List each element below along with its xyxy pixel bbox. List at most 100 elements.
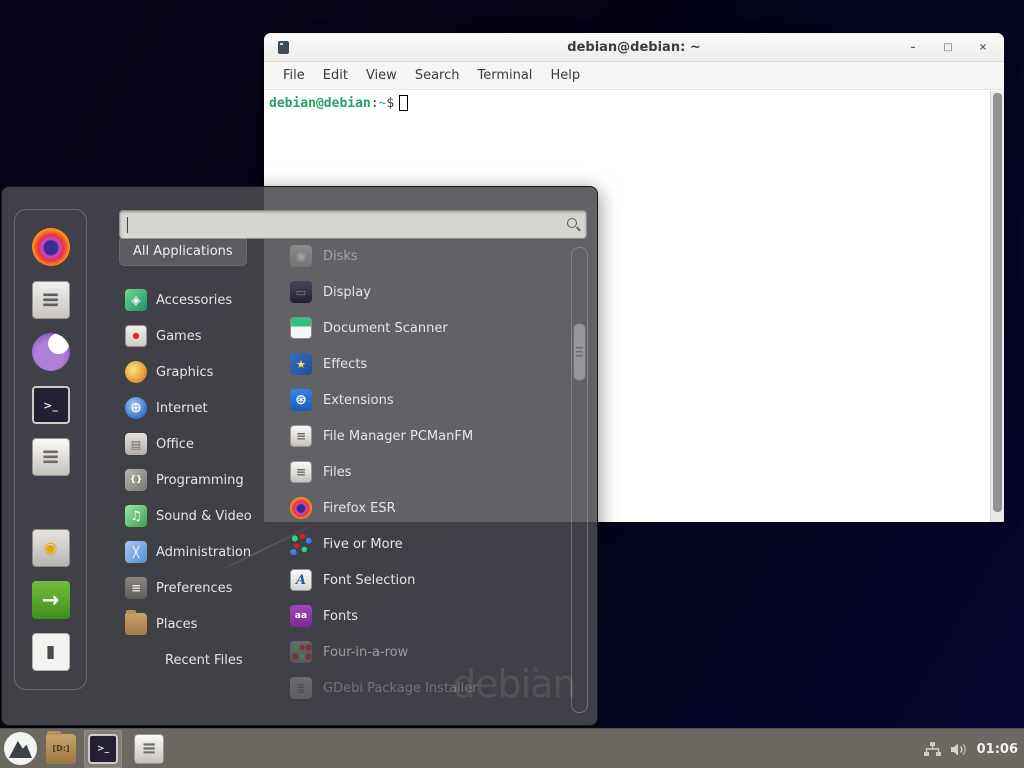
category-label: Sound & Video (156, 509, 252, 524)
administration-icon: ╳ (125, 541, 147, 563)
minimize-button[interactable]: – (906, 43, 920, 53)
search-input[interactable] (119, 210, 587, 239)
category-label: Programming (156, 473, 244, 488)
app-item-disks[interactable]: ◉Disks (283, 238, 568, 274)
terminal-icon: >_ (88, 734, 118, 764)
file-manager-icon: ≡ (290, 425, 312, 447)
file-cabinet-icon: ≡ (32, 438, 70, 476)
category-sound-video[interactable]: ♫Sound & Video (119, 498, 252, 534)
category-label: Places (156, 617, 197, 632)
log-out-icon: → (32, 581, 70, 619)
app-item-files[interactable]: ≡ Files (283, 454, 568, 490)
internet-icon: ⊕ (125, 397, 147, 419)
app-item-label: Fonts (323, 609, 358, 624)
effects-icon: ★ (290, 353, 312, 375)
window-controls: – □ × (906, 33, 990, 62)
category-programming[interactable]: {}Programming (119, 462, 252, 498)
terminal-menu-file[interactable]: File (274, 64, 314, 87)
files-launcher[interactable]: ≡ (130, 730, 168, 768)
network-icon[interactable] (924, 742, 941, 757)
favorite-terminal[interactable]: >_ (32, 386, 70, 424)
four-in-a-row-icon (290, 641, 312, 663)
favorite-shutdown[interactable]: ▮ (32, 633, 70, 671)
terminal-scrollbar[interactable] (990, 91, 1004, 522)
favorite-settings[interactable]: ≡ (32, 281, 70, 319)
system-tray: 01:06 (924, 729, 1018, 768)
close-button[interactable]: × (976, 43, 990, 53)
category-office[interactable]: ▤ Office (119, 426, 252, 462)
category-label: Recent Files (165, 653, 243, 668)
terminal-menu-view[interactable]: View (357, 64, 406, 87)
terminal-menu-terminal[interactable]: Terminal (468, 64, 541, 87)
category-preferences[interactable]: ≡Preferences (119, 570, 252, 606)
app-item-effects[interactable]: ★Effects (283, 346, 568, 382)
category-column: All Applications ◈Accessories●GamesGraph… (119, 236, 289, 266)
category-label: Games (156, 329, 201, 344)
files-icon: ≡ (290, 461, 312, 483)
terminal-menu-help[interactable]: Help (541, 64, 589, 87)
app-item-font-selection[interactable]: AFont Selection (283, 562, 568, 598)
category-all-applications[interactable]: All Applications (119, 236, 247, 266)
preferences-icon: ≡ (125, 577, 147, 599)
prompt-user: debian@debian (269, 96, 371, 111)
app-item-label: Display (323, 285, 371, 300)
app-item-fonts[interactable]: aaFonts (283, 598, 568, 634)
office-icon: ▤ (125, 433, 147, 455)
taskbar: [D:] >_ ≡ 01:06 (0, 728, 1024, 768)
category-recent-files[interactable]: Recent Files (119, 642, 252, 678)
app-item-gdebi-package-installer[interactable]: ≣ GDebi Package Installer (283, 670, 568, 706)
terminal-menu-search[interactable]: Search (406, 64, 469, 87)
text-caret (127, 217, 128, 233)
terminal-menu-edit[interactable]: Edit (314, 64, 357, 87)
shell-prompt: debian@debian:~$ (264, 91, 1004, 111)
category-graphics[interactable]: Graphics (119, 354, 252, 390)
favorite-file-cabinet[interactable]: ≡ (32, 438, 70, 476)
category-label: Accessories (156, 293, 232, 308)
app-item-label: Extensions (323, 393, 394, 408)
favorite-log-out[interactable]: → (32, 581, 70, 619)
category-internet[interactable]: ⊕Internet (119, 390, 252, 426)
terminal-window-icon (278, 41, 289, 54)
category-accessories[interactable]: ◈Accessories (119, 282, 252, 318)
prompt-dollar: $ (386, 96, 394, 111)
disks-icon: ◉ (290, 245, 312, 267)
gdebi-icon: ≣ (290, 677, 312, 699)
terminal-titlebar[interactable]: debian@debian: ~ –□× (264, 33, 1004, 62)
volume-icon[interactable] (950, 742, 968, 757)
favorite-lock-screen[interactable]: ◉ (32, 529, 70, 567)
favorite-firefox[interactable] (32, 228, 70, 270)
terminal-scrollbar-thumb[interactable] (993, 93, 1002, 512)
menu-button[interactable] (4, 732, 37, 765)
app-item-extensions[interactable]: ⊛Extensions (283, 382, 568, 418)
app-item-label: Five or More (323, 537, 403, 552)
app-list-scrollbar-thumb[interactable] (573, 323, 586, 381)
app-item-four-in-a-row[interactable]: Four-in-a-row (283, 634, 568, 670)
app-item-five-or-more[interactable]: Five or More (283, 526, 568, 562)
settings-icon: ≡ (32, 281, 70, 319)
app-item-document-scanner[interactable]: Document Scanner (283, 310, 568, 346)
app-item-file-manager-pcmanfm[interactable]: ≡File Manager PCManFM (283, 418, 568, 454)
app-item-display[interactable]: ▭Display (283, 274, 568, 310)
scrollbar-grip (576, 347, 583, 358)
category-games[interactable]: ●Games (119, 318, 252, 354)
category-label: Graphics (156, 365, 213, 380)
app-item-label: Four-in-a-row (323, 645, 408, 660)
category-places[interactable]: Places (119, 606, 252, 642)
app-item-label: GDebi Package Installer (323, 681, 478, 696)
maximize-button[interactable]: □ (941, 43, 955, 53)
app-item-firefox-esr[interactable]: Firefox ESR (283, 490, 568, 526)
font-selection-icon: A (290, 569, 312, 591)
favorite-pidgin[interactable] (32, 333, 70, 375)
terminal-launcher[interactable]: >_ (84, 730, 122, 768)
category-administration[interactable]: ╳Administration (119, 534, 252, 570)
clock[interactable]: 01:06 (977, 742, 1018, 757)
file-manager-launcher[interactable]: [D:] (42, 730, 80, 768)
category-list: ◈Accessories●Games Graphics ⊕Internet ▤ Offi… (119, 282, 252, 678)
app-item-label: Files (323, 465, 352, 480)
app-list-scrollbar[interactable] (571, 247, 588, 713)
category-label: Office (156, 437, 194, 452)
file-cabinet-icon: ≡ (134, 734, 164, 764)
firefox-icon (290, 497, 312, 519)
application-list: ◉Disks▭DisplayDocument Scanner★Effects⊛E… (283, 238, 568, 706)
terminal-menubar: FileEditViewSearchTerminalHelp (264, 62, 1004, 90)
